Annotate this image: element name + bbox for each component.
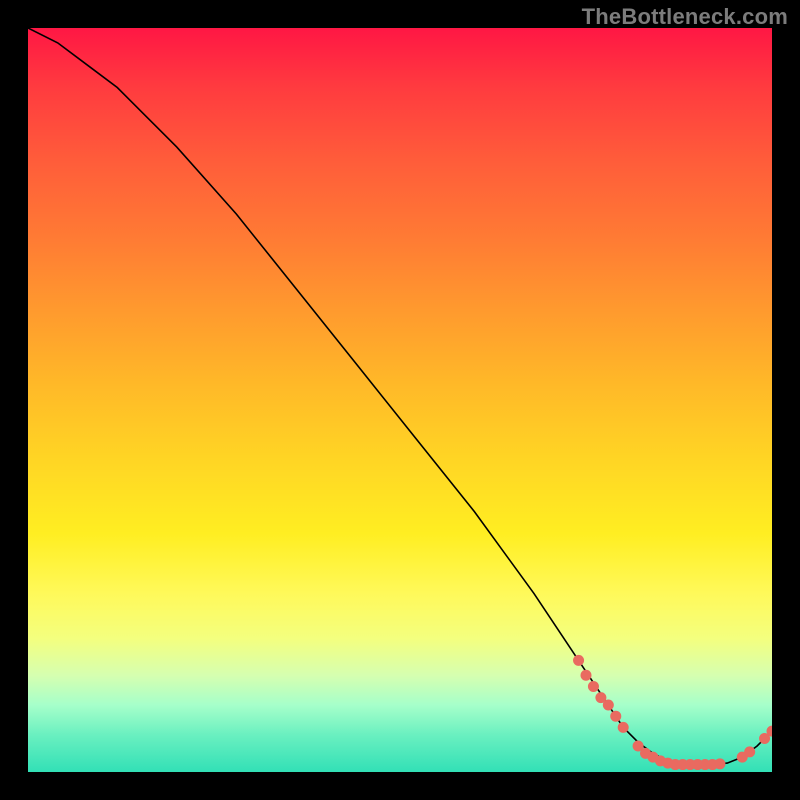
plot-area: [28, 28, 772, 772]
watermark-text: TheBottleneck.com: [582, 4, 788, 30]
data-dot: [618, 722, 629, 733]
data-dot: [744, 746, 755, 757]
data-dot: [610, 711, 621, 722]
data-dot: [588, 681, 599, 692]
data-dot: [603, 700, 614, 711]
data-dot: [573, 655, 584, 666]
data-dot: [714, 758, 725, 769]
bottleneck-curve: [28, 28, 772, 765]
chart-svg: [28, 28, 772, 772]
data-dot: [581, 670, 592, 681]
chart-frame: TheBottleneck.com: [0, 0, 800, 800]
data-dots: [573, 655, 772, 770]
